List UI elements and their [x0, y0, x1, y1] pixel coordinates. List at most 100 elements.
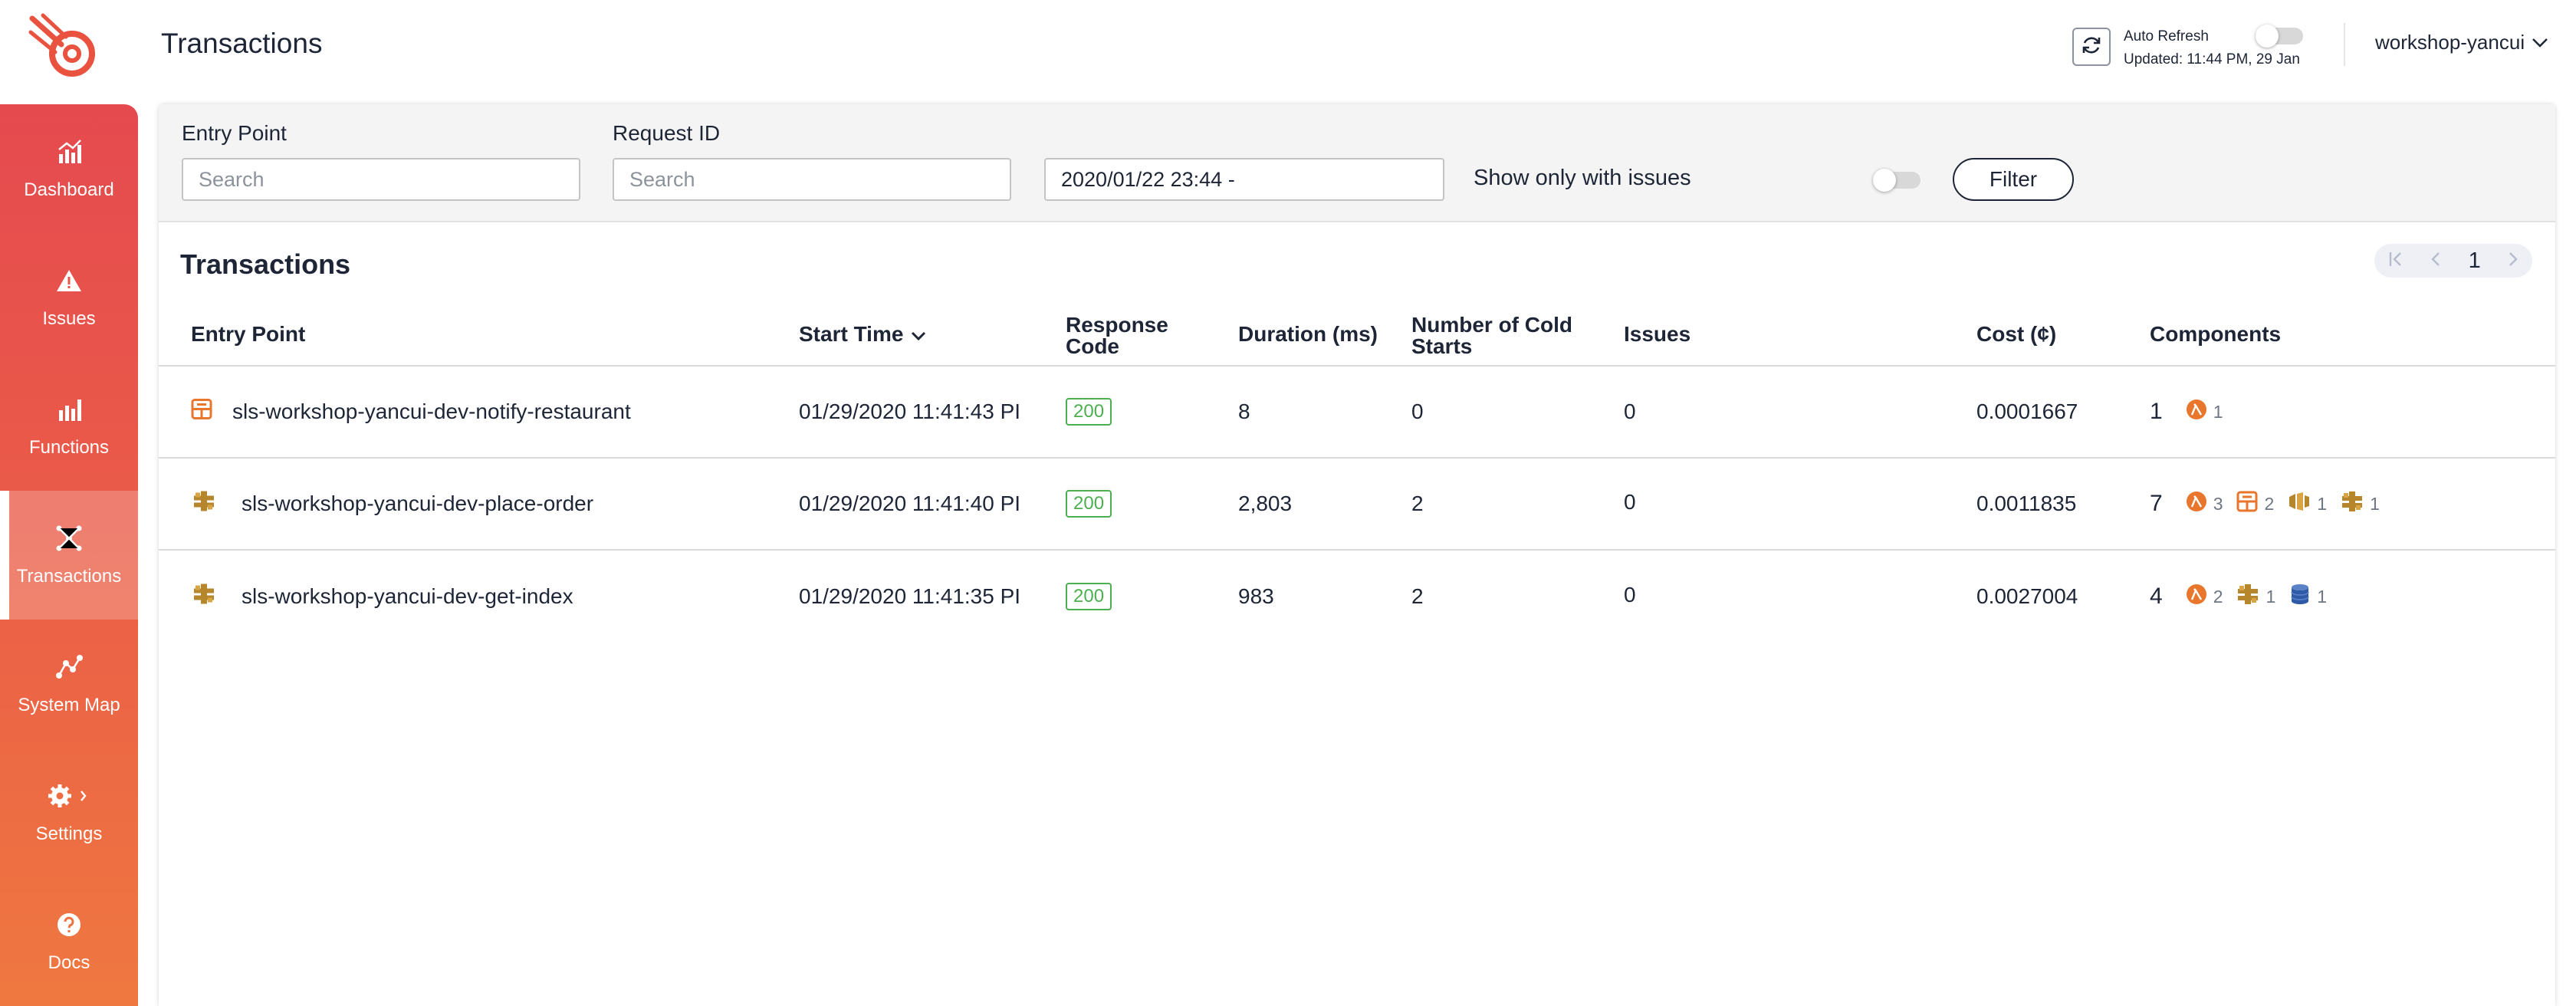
org-selector[interactable]: workshop-yancui — [2375, 31, 2549, 54]
components-total: 7 — [2150, 491, 2163, 516]
component-item: 1 — [2289, 583, 2327, 610]
filter-bar: Entry Point Request ID Show only with is… — [159, 104, 2555, 222]
main-panel: Entry Point Request ID Show only with is… — [159, 104, 2555, 1006]
api-gateway-icon — [192, 583, 215, 611]
start-time: 01/29/2020 11:41:35 PI — [799, 584, 1021, 608]
issues-count: 0 — [1624, 583, 1636, 607]
component-count: 1 — [2266, 586, 2276, 607]
top-bar: Transactions Auto Refresh Updated: 11:44… — [0, 0, 2576, 94]
component-item: 1 — [2236, 583, 2275, 610]
component-item: 1 — [2186, 399, 2223, 425]
sidebar-item-label: Issues — [42, 308, 96, 329]
table-row[interactable]: sls-workshop-yancui-dev-get-index 01/29/… — [159, 551, 2555, 643]
issues-count: 0 — [1624, 490, 1636, 514]
sidebar-item-system-map[interactable]: System Map — [0, 620, 138, 748]
prev-page-icon[interactable] — [2430, 249, 2441, 273]
lambda-icon — [2186, 584, 2207, 610]
col-response-code[interactable]: Response Code — [1066, 314, 1188, 357]
sidebar-item-transactions[interactable]: Transactions — [0, 491, 138, 620]
start-time: 01/29/2020 11:41:40 PI — [799, 491, 1021, 515]
component-count: 1 — [2213, 401, 2223, 422]
refresh-button[interactable] — [2072, 28, 2111, 66]
bar-icon — [54, 394, 84, 425]
sort-down-icon — [911, 324, 926, 345]
filter-button[interactable]: Filter — [1953, 158, 2074, 201]
sidebar-item-label: Dashboard — [24, 179, 114, 200]
sidebar-item-label: Docs — [48, 952, 90, 973]
duration: 983 — [1238, 584, 1274, 608]
col-issues[interactable]: Issues — [1624, 324, 1691, 345]
component-item: 1 — [2288, 491, 2327, 517]
component-count: 2 — [2213, 586, 2223, 607]
date-range-input[interactable] — [1044, 158, 1444, 201]
entry-point-name[interactable]: sls-workshop-yancui-dev-notify-restauran… — [232, 399, 631, 424]
updated-timestamp: Updated: 11:44 PM, 29 Jan — [2124, 51, 2300, 67]
duration: 2,803 — [1238, 491, 1293, 515]
table-row[interactable]: sls-workshop-yancui-dev-notify-restauran… — [159, 367, 2555, 459]
transactions-icon — [54, 523, 84, 554]
components-total: 1 — [2150, 399, 2163, 424]
sidebar-item-functions[interactable]: Functions — [0, 362, 138, 491]
table-row[interactable]: sls-workshop-yancui-dev-place-order 01/2… — [159, 459, 2555, 551]
issues-only-label: Show only with issues — [1474, 166, 1691, 190]
cold-starts: 2 — [1411, 584, 1424, 608]
component-count: 1 — [2370, 493, 2380, 514]
col-duration[interactable]: Duration (ms) — [1238, 324, 1378, 345]
warning-icon — [54, 265, 84, 296]
issues-only-toggle[interactable] — [1873, 169, 1921, 192]
refresh-icon — [2080, 34, 2103, 61]
api-gateway-icon — [2236, 583, 2259, 610]
api-gateway-icon — [192, 490, 215, 518]
start-time: 01/29/2020 11:41:43 PI — [799, 399, 1021, 423]
cost: 0.0027004 — [1976, 584, 2078, 608]
cold-starts: 0 — [1411, 399, 1424, 423]
cost: 0.0011835 — [1976, 491, 2077, 515]
chart-icon — [54, 136, 84, 167]
cost: 0.0001667 — [1976, 399, 2078, 423]
help-icon — [54, 909, 84, 940]
col-components[interactable]: Components — [2150, 324, 2281, 345]
map-icon — [54, 652, 84, 682]
request-id-search-input[interactable] — [613, 158, 1011, 201]
serverless-logo-icon[interactable] — [28, 11, 103, 80]
components-total: 4 — [2150, 584, 2163, 609]
lambda-icon — [2186, 491, 2207, 517]
sidebar-item-settings[interactable]: Settings — [0, 748, 138, 877]
component-count: 2 — [2264, 493, 2275, 514]
first-page-icon[interactable] — [2388, 249, 2404, 273]
entry-point-search-input[interactable] — [182, 158, 580, 201]
sidebar-item-dashboard[interactable]: Dashboard — [0, 104, 138, 233]
entry-point-name[interactable]: sls-workshop-yancui-dev-get-index — [242, 584, 573, 609]
col-start-time[interactable]: Start Time — [799, 324, 926, 345]
component-count: 1 — [2317, 586, 2328, 607]
request-id-label: Request ID — [613, 121, 721, 145]
sidebar-item-docs[interactable]: Docs — [0, 877, 138, 1006]
sns-icon — [191, 399, 212, 426]
chevron-down-icon — [2531, 31, 2549, 54]
pagination: 1 — [2374, 244, 2532, 278]
next-page-icon[interactable] — [2508, 249, 2518, 273]
api-gateway-icon — [2341, 490, 2364, 518]
sidebar-item-issues[interactable]: Issues — [0, 233, 138, 362]
toggle-knob — [1873, 169, 1896, 192]
kinesis-icon — [2288, 491, 2311, 517]
gear-icon — [46, 781, 92, 811]
component-item: 2 — [2236, 491, 2274, 517]
component-count: 3 — [2213, 493, 2223, 514]
col-entry-point[interactable]: Entry Point — [191, 324, 305, 345]
sns-icon — [2236, 491, 2258, 517]
current-page[interactable]: 1 — [2469, 248, 2481, 274]
col-cost[interactable]: Cost (¢) — [1976, 324, 2056, 345]
entry-point-label: Entry Point — [182, 121, 287, 145]
entry-point-name[interactable]: sls-workshop-yancui-dev-place-order — [242, 491, 593, 516]
status-badge: 200 — [1066, 583, 1112, 610]
auto-refresh-toggle[interactable] — [2256, 25, 2303, 48]
lambda-icon — [2186, 399, 2207, 425]
sidebar-item-label: Settings — [35, 824, 103, 844]
sidebar-item-label: System Map — [18, 695, 120, 715]
components: 1 1 — [2150, 399, 2230, 425]
components: 4 2 1 1 — [2150, 583, 2334, 610]
issues-count: 0 — [1624, 399, 1636, 423]
col-cold-starts[interactable]: Number of Cold Starts — [1411, 314, 1611, 357]
component-item: 1 — [2341, 490, 2380, 518]
